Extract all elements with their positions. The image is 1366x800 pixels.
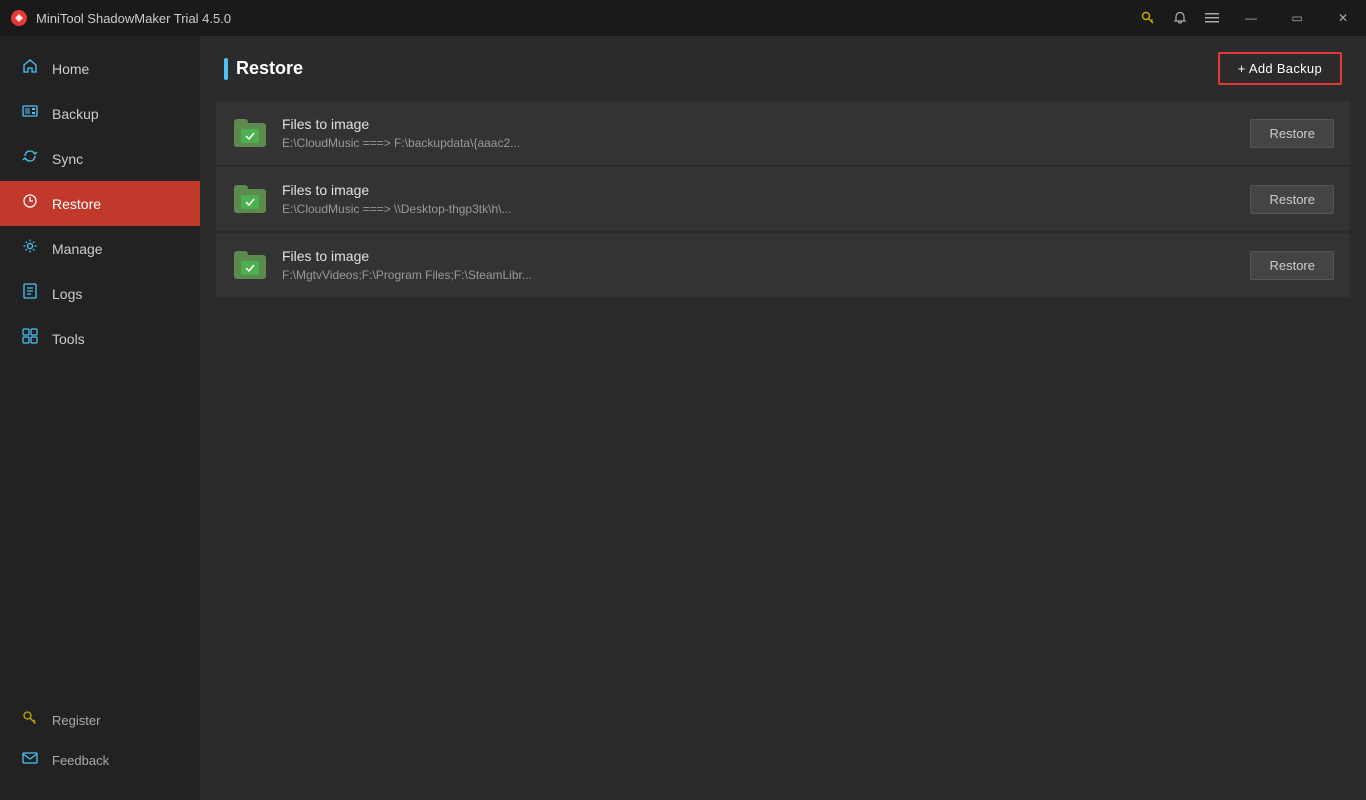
folder-icon [234, 119, 266, 147]
menu-icon-btn[interactable] [1196, 2, 1228, 34]
folder-icon [234, 251, 266, 279]
page-title: Restore [236, 58, 303, 79]
backup-icon-wrapper [232, 181, 268, 217]
register-key-icon [20, 710, 40, 730]
sidebar-item-feedback[interactable]: Feedback [0, 740, 200, 780]
backup-list: Files to image E:\CloudMusic ===> F:\bac… [200, 101, 1366, 297]
page-title-wrapper: Restore [224, 58, 303, 80]
sidebar-sync-label: Sync [52, 151, 83, 167]
maximize-button[interactable]: ▭ [1274, 2, 1320, 34]
app-logo [10, 9, 28, 27]
backup-name: Files to image [282, 182, 1236, 198]
backup-path: F:\MgtvVideos;F:\Program Files;F:\SteamL… [282, 268, 1236, 282]
key-icon-btn[interactable] [1132, 2, 1164, 34]
app-title: MiniTool ShadowMaker Trial 4.5.0 [36, 11, 231, 26]
minimize-button[interactable]: — [1228, 2, 1274, 34]
backup-icon-wrapper [232, 247, 268, 283]
key-icon [1141, 11, 1155, 25]
backup-name: Files to image [282, 116, 1236, 132]
table-row: Files to image E:\CloudMusic ===> F:\bac… [216, 101, 1350, 165]
sidebar-backup-label: Backup [52, 106, 99, 122]
restore-button-3[interactable]: Restore [1250, 251, 1334, 280]
bell-icon-btn[interactable] [1164, 2, 1196, 34]
backup-name: Files to image [282, 248, 1236, 264]
backup-info: Files to image E:\CloudMusic ===> \\Desk… [282, 182, 1236, 216]
hamburger-icon [1205, 11, 1219, 25]
backup-path: E:\CloudMusic ===> F:\backupdata\{aaac2.… [282, 136, 1236, 150]
titlebar: MiniTool ShadowMaker Trial 4.5.0 — [0, 0, 1366, 36]
backup-info: Files to image E:\CloudMusic ===> F:\bac… [282, 116, 1236, 150]
sidebar: Home Backup [0, 36, 200, 800]
content-area: Restore + Add Backup [200, 36, 1366, 800]
titlebar-actions: — ▭ ✕ [1132, 2, 1366, 34]
register-label: Register [52, 713, 100, 728]
sidebar-item-home[interactable]: Home [0, 46, 200, 91]
add-backup-button[interactable]: + Add Backup [1218, 52, 1342, 85]
sidebar-item-restore[interactable]: Restore [0, 181, 200, 226]
backup-icon-wrapper [232, 115, 268, 151]
home-icon [20, 58, 40, 79]
table-row: Files to image F:\MgtvVideos;F:\Program … [216, 233, 1350, 297]
restore-button-1[interactable]: Restore [1250, 119, 1334, 148]
bell-icon [1173, 11, 1187, 25]
sidebar-manage-label: Manage [52, 241, 103, 257]
sidebar-item-sync[interactable]: Sync [0, 136, 200, 181]
sidebar-home-label: Home [52, 61, 89, 77]
tools-icon [20, 328, 40, 349]
backup-info: Files to image F:\MgtvVideos;F:\Program … [282, 248, 1236, 282]
close-button[interactable]: ✕ [1320, 2, 1366, 34]
feedback-label: Feedback [52, 753, 109, 768]
feedback-mail-icon [20, 750, 40, 770]
restore-icon [20, 193, 40, 214]
folder-icon [234, 185, 266, 213]
sidebar-logs-label: Logs [52, 286, 82, 302]
restore-button-2[interactable]: Restore [1250, 185, 1334, 214]
page-header: Restore + Add Backup [200, 36, 1366, 101]
sidebar-item-tools[interactable]: Tools [0, 316, 200, 361]
sidebar-item-logs[interactable]: Logs [0, 271, 200, 316]
sync-icon [20, 148, 40, 169]
sidebar-item-manage[interactable]: Manage [0, 226, 200, 271]
titlebar-left: MiniTool ShadowMaker Trial 4.5.0 [10, 9, 231, 27]
sidebar-item-register[interactable]: Register [0, 700, 200, 740]
main-layout: Home Backup [0, 36, 1366, 800]
page-title-accent [224, 58, 228, 80]
sidebar-restore-label: Restore [52, 196, 101, 212]
sidebar-item-backup[interactable]: Backup [0, 91, 200, 136]
backup-icon [20, 103, 40, 124]
sidebar-nav: Home Backup [0, 36, 200, 700]
logs-icon [20, 283, 40, 304]
sidebar-tools-label: Tools [52, 331, 85, 347]
manage-icon [20, 238, 40, 259]
backup-path: E:\CloudMusic ===> \\Desktop-thgp3tk\h\.… [282, 202, 1236, 216]
table-row: Files to image E:\CloudMusic ===> \\Desk… [216, 167, 1350, 231]
sidebar-bottom: Register Feedback [0, 700, 200, 800]
